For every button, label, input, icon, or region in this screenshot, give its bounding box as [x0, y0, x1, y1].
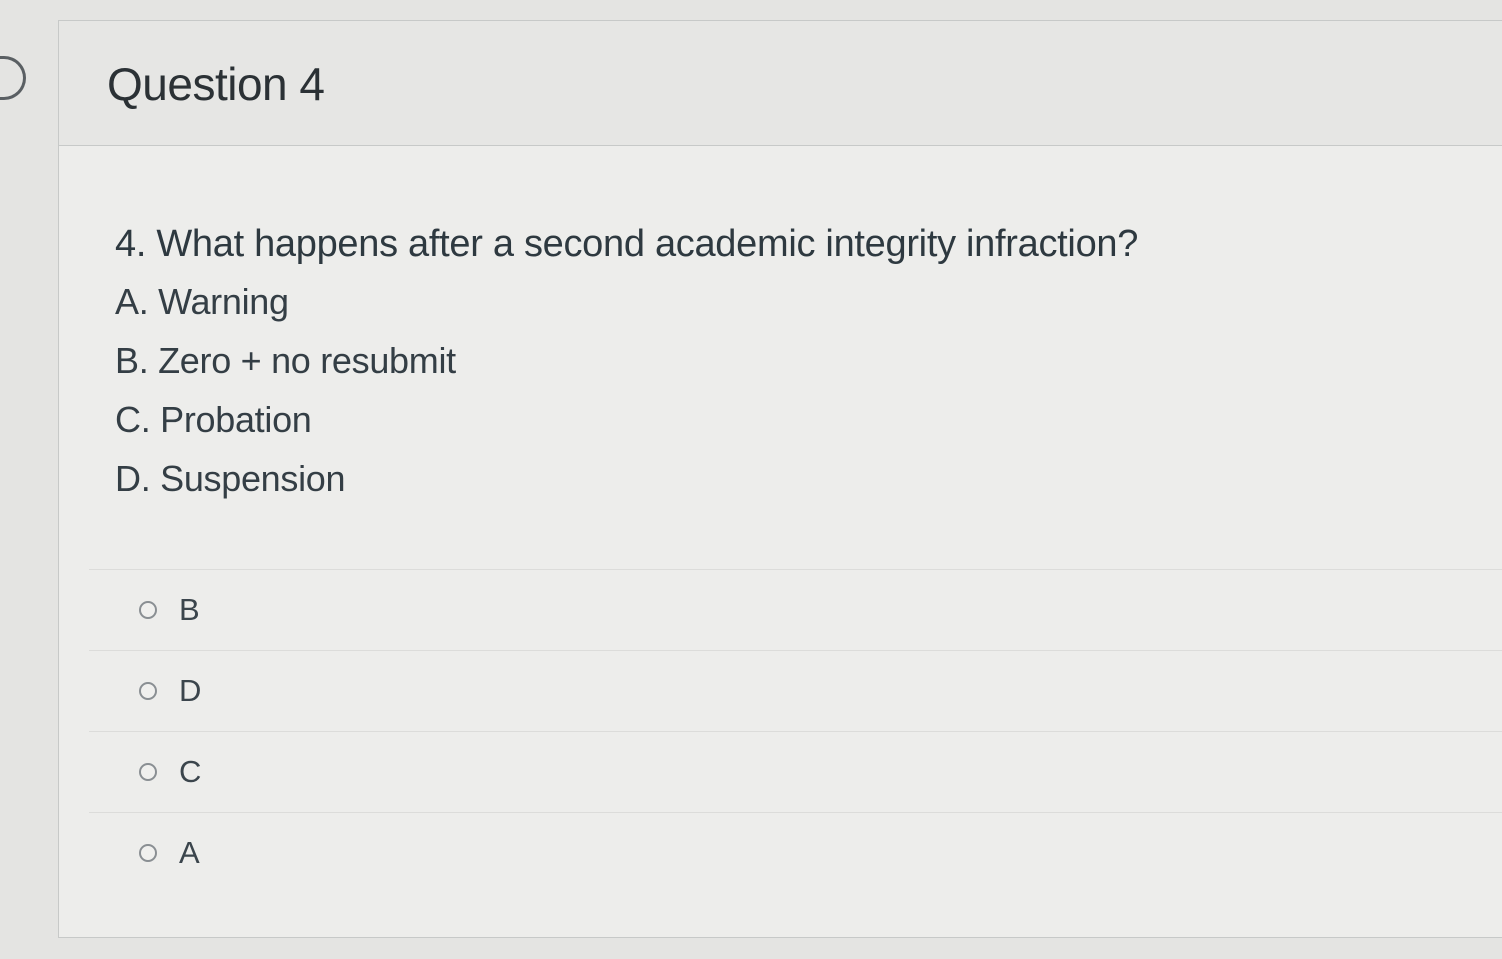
- choice-text-c: C. Probation: [115, 399, 312, 440]
- question-title: Question 4: [107, 58, 325, 110]
- question-header: Question 4: [59, 21, 1502, 146]
- answer-label[interactable]: D: [179, 673, 201, 709]
- answer-option-c[interactable]: C: [89, 731, 1502, 812]
- flag-question-icon[interactable]: [0, 56, 26, 100]
- answer-label[interactable]: C: [179, 754, 201, 790]
- answer-options: B D C A: [89, 569, 1502, 893]
- radio-button[interactable]: [139, 844, 157, 862]
- answer-label[interactable]: A: [179, 835, 200, 871]
- choice-text-b: B. Zero + no resubmit: [115, 340, 456, 381]
- answer-option-a[interactable]: A: [89, 812, 1502, 893]
- radio-button[interactable]: [139, 763, 157, 781]
- question-body: 4. What happens after a second academic …: [115, 223, 1138, 516]
- answer-label[interactable]: B: [179, 592, 200, 628]
- answer-option-d[interactable]: D: [89, 650, 1502, 731]
- question-card: Question 4 4. What happens after a secon…: [58, 20, 1502, 938]
- radio-button[interactable]: [139, 682, 157, 700]
- question-text: 4. What happens after a second academic …: [115, 223, 1139, 265]
- choice-text-a: A. Warning: [115, 281, 289, 322]
- radio-button[interactable]: [139, 601, 157, 619]
- choice-text-d: D. Suspension: [115, 458, 346, 499]
- answer-option-b[interactable]: B: [89, 569, 1502, 650]
